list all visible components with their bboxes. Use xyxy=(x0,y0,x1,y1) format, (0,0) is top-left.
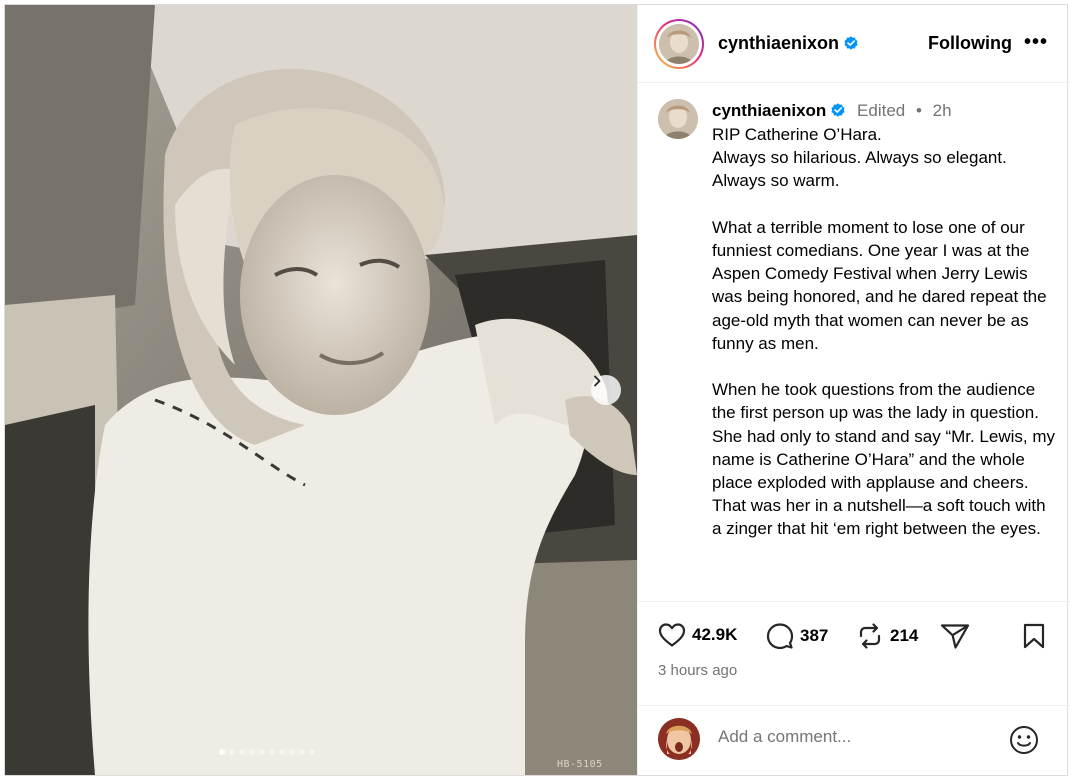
edited-label: Edited xyxy=(857,101,906,120)
comment-composer xyxy=(638,705,1070,775)
caption-avatar[interactable] xyxy=(658,99,698,139)
like-count[interactable]: 42.9K xyxy=(692,625,737,645)
emoji-button[interactable] xyxy=(1008,724,1040,761)
caption-username[interactable]: cynthiaenixon xyxy=(712,101,826,120)
speech-bubble-icon xyxy=(766,623,794,650)
carousel-dot xyxy=(309,749,315,755)
following-button[interactable]: Following xyxy=(928,33,1012,54)
carousel-dot xyxy=(279,749,285,755)
more-options-button[interactable]: ••• xyxy=(1024,31,1048,54)
current-user-avatar xyxy=(658,718,700,760)
carousel-dot xyxy=(219,749,225,755)
post-dialog: HB-5105 cynthiaenixon Following ••• cynt… xyxy=(4,4,1070,776)
caption-time: 2h xyxy=(932,101,952,120)
comment-button[interactable]: 387 xyxy=(766,622,828,650)
post-photo[interactable]: HB-5105 xyxy=(5,5,637,775)
author-avatar-ring[interactable] xyxy=(654,19,704,69)
carousel-dot xyxy=(229,749,235,755)
repost-icon xyxy=(859,623,881,649)
comment-input[interactable] xyxy=(718,727,988,747)
repost-button[interactable]: 214 xyxy=(856,622,918,650)
like-button[interactable]: 42.9K xyxy=(658,622,737,648)
chevron-right-icon xyxy=(594,375,601,387)
post-side-panel: cynthiaenixon Following ••• cynthiaenixo… xyxy=(637,5,1070,775)
carousel-dot xyxy=(299,749,305,755)
verified-badge-icon xyxy=(831,103,845,117)
paper-plane-icon xyxy=(940,624,970,649)
heart-icon xyxy=(658,623,686,647)
avatar xyxy=(658,99,698,139)
post-caption: cynthiaenixon Edited • 2h RIP Catherine … xyxy=(638,83,1070,601)
author-username[interactable]: cynthiaenixon xyxy=(718,33,859,54)
photo-illustration xyxy=(5,5,637,775)
caption-text: RIP Catherine O’Hara. Always so hilariou… xyxy=(712,125,1056,539)
verified-badge-icon xyxy=(844,36,858,50)
share-button[interactable] xyxy=(940,622,970,650)
bookmark-icon xyxy=(1023,623,1045,649)
post-actions: 42.9K 387 214 3 hours ago xyxy=(638,601,1070,685)
avatar xyxy=(659,24,699,64)
post-time-ago[interactable]: 3 hours ago xyxy=(658,662,737,679)
meta-separator: • xyxy=(915,101,922,120)
carousel-dot xyxy=(289,749,295,755)
carousel-dot xyxy=(249,749,255,755)
save-button[interactable] xyxy=(1022,622,1046,650)
smiley-icon xyxy=(1010,726,1038,754)
carousel-dot xyxy=(259,749,265,755)
carousel-dot xyxy=(269,749,275,755)
author-username-text[interactable]: cynthiaenixon xyxy=(718,33,839,53)
post-header: cynthiaenixon Following ••• xyxy=(638,5,1070,83)
comment-count[interactable]: 387 xyxy=(800,626,828,646)
carousel-dot xyxy=(239,749,245,755)
next-photo-button[interactable] xyxy=(591,375,621,405)
photo-stamp: HB-5105 xyxy=(557,759,603,770)
caption-meta-line: cynthiaenixon Edited • 2h xyxy=(712,101,952,121)
avatar xyxy=(658,718,700,760)
carousel-dots xyxy=(219,749,315,755)
repost-count[interactable]: 214 xyxy=(890,626,918,646)
